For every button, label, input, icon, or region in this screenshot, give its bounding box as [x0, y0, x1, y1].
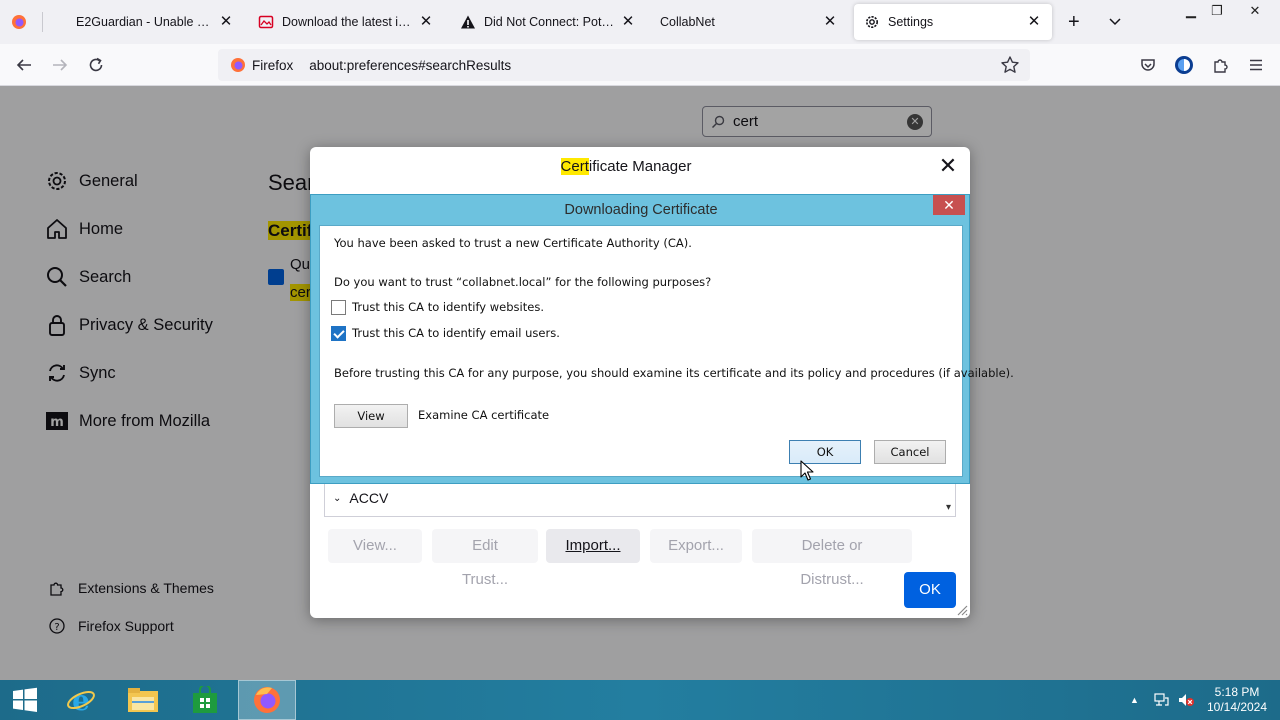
url-bar[interactable]: Firefox about:preferences#searchResults — [218, 49, 1030, 81]
mouse-cursor-icon — [800, 460, 814, 481]
forward-button[interactable] — [46, 51, 74, 79]
taskbar-firefox[interactable] — [238, 680, 296, 720]
view-ca-button[interactable]: View — [334, 404, 408, 428]
firefox-icon — [254, 687, 280, 713]
gear-icon — [864, 14, 880, 30]
hamburger-menu-icon — [1250, 59, 1262, 71]
arrow-left-icon — [16, 59, 31, 71]
url-text[interactable]: about:preferences#searchResults — [309, 58, 511, 73]
network-icon[interactable] — [1153, 692, 1169, 708]
dialog-body: You have been asked to trust a new Certi… — [319, 225, 1014, 477]
restore-button[interactable]: ❐ — [1200, 0, 1234, 22]
tab-settings[interactable]: Settings ✕ — [854, 4, 1052, 40]
list-all-tabs-button[interactable] — [1100, 4, 1130, 40]
volume-muted-icon[interactable] — [1177, 692, 1195, 708]
puzzle-icon — [1214, 59, 1228, 73]
edit-trust-button[interactable]: Edit Trust... — [432, 529, 538, 588]
view-button[interactable]: View... — [328, 529, 422, 563]
export-button[interactable]: Export... — [650, 529, 742, 563]
windows-taskbar: e ▲ 5:18 PM 10/14/2024 — [0, 680, 1280, 720]
extensions-button[interactable] — [1206, 51, 1234, 79]
tab-title: Download the latest indie games — [282, 15, 412, 29]
tree-row-label: ACCV — [349, 490, 389, 506]
tab-title: E2Guardian - Unable to load — [76, 15, 212, 29]
pocket-icon — [1141, 59, 1155, 71]
system-tray: ▲ — [1130, 680, 1195, 720]
trust-email-label[interactable]: Trust this CA to identify email users. — [352, 326, 560, 340]
certificate-tree[interactable]: ⌄ ACCV ▾ — [324, 483, 956, 517]
reload-button[interactable] — [82, 51, 110, 79]
reload-icon — [89, 57, 103, 72]
identity-box[interactable]: Firefox — [222, 53, 301, 77]
tree-row-accv[interactable]: ⌄ ACCV — [333, 490, 388, 506]
question-text: Do you want to trust “collabnet.local” f… — [334, 275, 712, 289]
store-icon — [193, 686, 217, 713]
import-button[interactable]: Import... — [546, 529, 640, 563]
advice-text: Before trusting this CA for any purpose,… — [334, 366, 1014, 380]
close-icon[interactable]: ✕ — [822, 14, 838, 30]
account-avatar-icon — [1175, 56, 1193, 74]
close-icon[interactable]: ✕ — [620, 14, 636, 30]
tab-title: Did Not Connect: Potential Security Issu… — [484, 15, 614, 29]
svg-text:e: e — [72, 685, 90, 715]
image-broken-icon — [258, 14, 274, 30]
firefox-icon — [11, 14, 27, 30]
warning-icon — [460, 14, 476, 30]
app-menu-button[interactable] — [1242, 51, 1270, 79]
tab-title: Settings — [888, 15, 934, 29]
tab-collabnet[interactable]: CollabNet ✕ — [650, 4, 848, 40]
resize-grip-icon[interactable] — [956, 604, 968, 616]
clock-time: 5:18 PM — [1214, 685, 1260, 699]
tab-indie-games[interactable]: Download the latest indie games ✕ — [248, 4, 444, 40]
highlight: Cert — [560, 158, 589, 175]
new-tab-button[interactable]: + — [1060, 4, 1090, 40]
tab-strip: E2Guardian - Unable to load ✕ Download t… — [0, 0, 1280, 44]
firefox-icon — [231, 58, 245, 72]
account-button[interactable] — [1170, 51, 1198, 79]
close-icon[interactable]: ✕ — [1026, 14, 1042, 30]
start-button[interactable] — [0, 680, 50, 720]
dialog-title: Certificate Manager — [310, 158, 942, 175]
cert-manager-ok-button[interactable]: OK — [904, 572, 956, 608]
taskbar-file-explorer[interactable] — [114, 680, 172, 720]
close-button[interactable]: ✕ — [933, 195, 965, 215]
firefox-view-tab[interactable] — [2, 4, 36, 40]
dialog-title: Downloading Certificate — [564, 202, 718, 218]
back-button[interactable] — [10, 51, 38, 79]
taskbar-store[interactable] — [176, 680, 234, 720]
show-hidden-icons-icon[interactable]: ▲ — [1130, 695, 1139, 705]
trust-email-checkbox[interactable] — [331, 326, 346, 341]
taskbar-clock[interactable]: 5:18 PM 10/14/2024 — [1196, 685, 1278, 715]
chevron-down-icon — [1108, 14, 1122, 31]
cancel-button[interactable]: Cancel — [874, 440, 946, 464]
pocket-button[interactable] — [1134, 51, 1162, 79]
nav-bar: Firefox about:preferences#searchResults — [0, 44, 1280, 86]
plus-icon: + — [1068, 10, 1080, 33]
bookmark-star-icon[interactable] — [1000, 55, 1020, 75]
close-icon: ✕ — [943, 197, 955, 213]
clock-date: 10/14/2024 — [1206, 700, 1268, 714]
tab-e2guardian[interactable]: E2Guardian - Unable to load ✕ — [66, 4, 244, 40]
close-window-button[interactable]: ✕ — [1238, 0, 1272, 22]
windows-logo-icon — [13, 687, 37, 712]
trust-websites-label[interactable]: Trust this CA to identify websites. — [352, 300, 544, 314]
intro-text: You have been asked to trust a new Certi… — [334, 236, 692, 250]
folder-icon — [128, 688, 158, 712]
title-rest: ificate Manager — [588, 158, 692, 175]
arrow-right-icon — [53, 59, 68, 71]
trust-websites-checkbox[interactable] — [331, 300, 346, 315]
close-icon[interactable]: ✕ — [418, 14, 434, 30]
close-icon[interactable]: ✕ — [938, 155, 958, 177]
delete-distrust-button[interactable]: Delete or Distrust... — [752, 529, 912, 588]
view-ca-caption: Examine CA certificate — [418, 408, 550, 422]
tab-did-not-connect[interactable]: Did Not Connect: Potential Security Issu… — [450, 4, 646, 40]
identity-label: Firefox — [252, 57, 294, 73]
close-icon[interactable]: ✕ — [218, 14, 234, 30]
downloading-certificate-dialog: Downloading Certificate ✕ You have been … — [310, 194, 1014, 484]
chevron-down-icon[interactable]: ⌄ — [333, 493, 341, 504]
taskbar-internet-explorer[interactable]: e — [52, 680, 110, 720]
tab-title: CollabNet — [660, 15, 715, 29]
internet-explorer-icon: e — [67, 685, 95, 715]
scroll-down-icon[interactable]: ▾ — [946, 502, 951, 513]
